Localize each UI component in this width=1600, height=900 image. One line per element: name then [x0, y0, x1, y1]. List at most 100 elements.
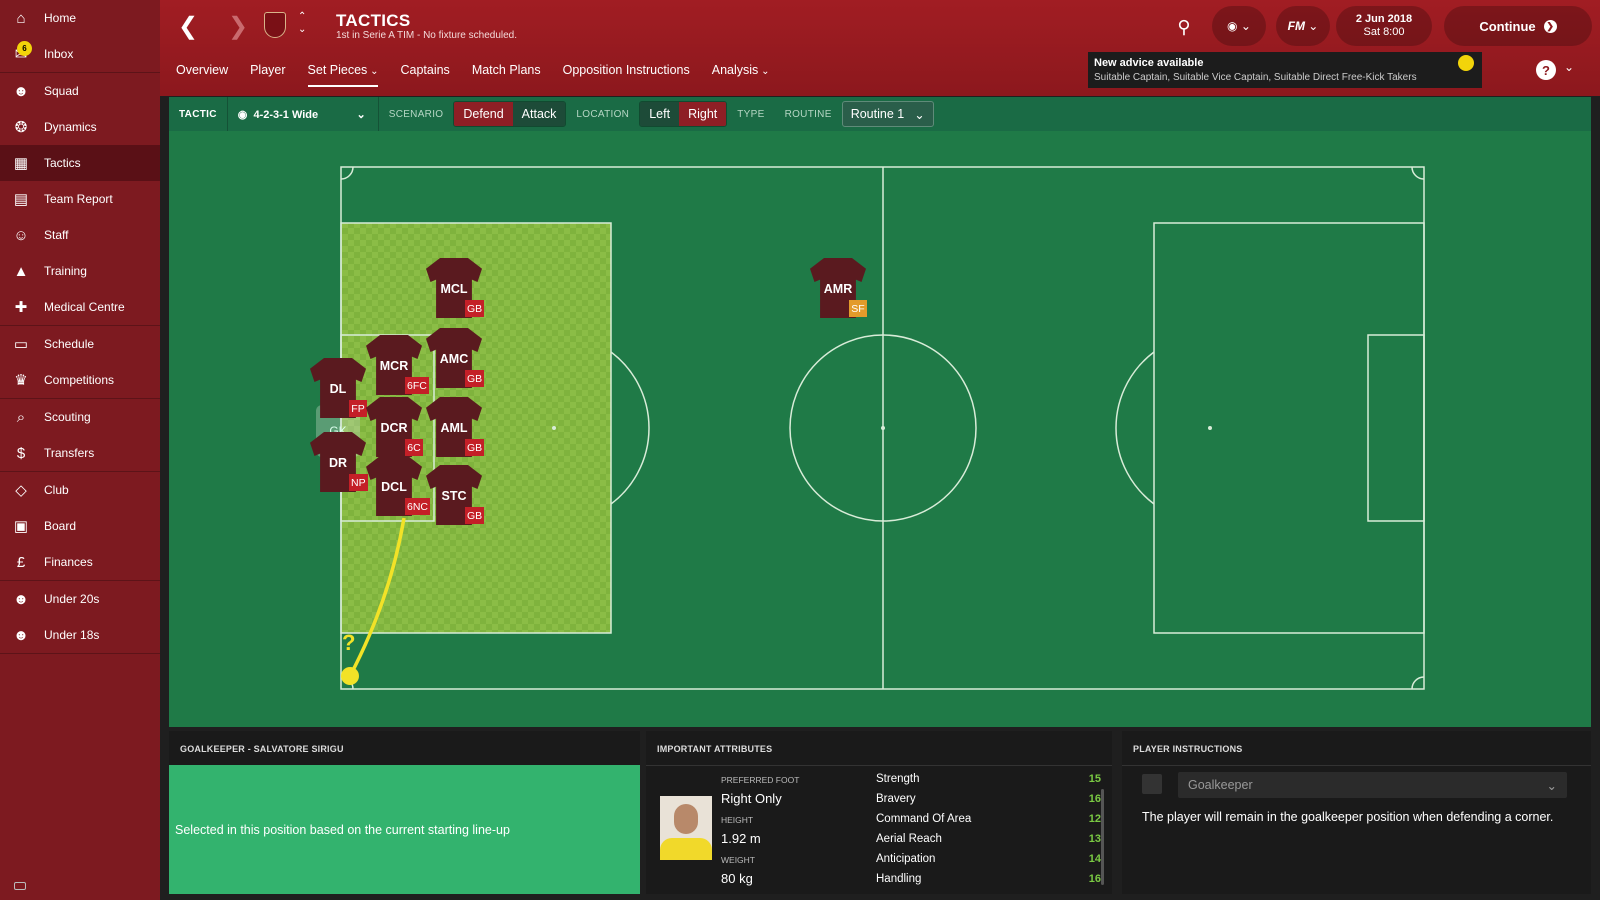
role-tag: FP: [349, 400, 367, 417]
transfers-icon: $: [16, 444, 26, 462]
sidebar-item-club[interactable]: ◇ Club: [0, 472, 160, 508]
preferred-foot-label: PREFERRED FOOT: [721, 775, 800, 785]
left-button[interactable]: Left: [640, 102, 680, 126]
sidebar-item-squad[interactable]: ☻ Squad: [0, 73, 160, 109]
attribute-row[interactable]: Strength 15: [876, 769, 1101, 789]
player-shirt-dcl[interactable]: DCL 6NC: [366, 456, 431, 516]
search-icon[interactable]: ⚲: [1170, 14, 1198, 40]
advice-text: Suitable Captain, Suitable Vice Captain,…: [1094, 72, 1417, 83]
type-label: TYPE: [737, 108, 765, 120]
tab-label: Captains: [400, 63, 450, 77]
role-tag: GB: [465, 439, 485, 456]
keyboard-icon[interactable]: [14, 882, 26, 890]
sidebar-item-transfers[interactable]: $ Transfers: [0, 435, 160, 471]
tab-label: Opposition Instructions: [562, 63, 690, 77]
sidebar-item-training[interactable]: ▲ Training: [0, 253, 160, 289]
tab-opposition-instructions[interactable]: Opposition Instructions: [563, 60, 690, 87]
sidebar-item-home[interactable]: ⌂ Home: [0, 0, 160, 36]
player-shirt-mcl[interactable]: MCL GB: [426, 258, 485, 318]
sidebar-item-staff[interactable]: ☺ Staff: [0, 217, 160, 253]
position-label: DCR: [380, 421, 408, 435]
position-label: STC: [441, 489, 467, 503]
player-shirt-amc[interactable]: AMC GB: [426, 328, 485, 388]
tab-label: Analysis: [711, 63, 759, 77]
divider: [646, 765, 1112, 766]
chevron-down-icon[interactable]: ⌄: [1564, 60, 1574, 74]
attribute-row[interactable]: Aerial Reach 13: [876, 829, 1101, 849]
sidebar-item-label: Under 20s: [44, 592, 100, 606]
eye-icon: ◉: [237, 108, 248, 121]
tab-label: Set Pieces: [307, 63, 368, 77]
player-shirt-dl[interactable]: DL FP: [310, 358, 367, 418]
player-shirt-stc[interactable]: STC GB: [426, 465, 485, 525]
sidebar-item-scouting[interactable]: ⌕ Scouting: [0, 399, 160, 435]
defend-button[interactable]: Defend: [454, 102, 513, 126]
attribute-name: Anticipation: [876, 853, 936, 865]
fm-menu-button[interactable]: FM ⌄: [1276, 6, 1330, 46]
sidebar-item-team-report[interactable]: ▤ Team Report: [0, 181, 160, 217]
sidebar-group: ⌂Home✉Inbox6: [0, 0, 160, 73]
sidebar-item-dynamics[interactable]: ❂ Dynamics: [0, 109, 160, 145]
question-marker: ?: [342, 630, 356, 655]
sidebar-item-label: Scouting: [44, 410, 91, 424]
role-tag: GB: [465, 300, 485, 317]
sidebar-group: ☻ Under 20s ☻ Under 18s: [0, 581, 160, 654]
tab-player[interactable]: Player: [250, 60, 285, 87]
instruction-select[interactable]: Goalkeeper ⌄: [1178, 772, 1567, 798]
player-photo[interactable]: [660, 796, 712, 860]
player-shirt-amr[interactable]: AMR SF: [810, 258, 867, 318]
attack-button[interactable]: Attack: [512, 102, 566, 126]
scrollbar[interactable]: [1101, 789, 1104, 885]
routine-select[interactable]: Routine 1 ⌄: [841, 101, 934, 127]
attribute-name: Command Of Area: [876, 813, 972, 825]
sidebar-item-inbox[interactable]: ✉Inbox6: [0, 36, 160, 72]
tab-captains[interactable]: Captains: [400, 60, 449, 87]
tab-set-pieces[interactable]: Set Pieces ⌄: [307, 60, 379, 87]
role-tag: NP: [349, 474, 368, 491]
help-icon[interactable]: ?: [1536, 60, 1556, 80]
sidebar-item-label: Competitions: [44, 373, 115, 387]
advice-title: New advice available: [1094, 57, 1204, 69]
sidebar-item-tactics[interactable]: ▦ Tactics: [0, 145, 160, 181]
sidebar-item-schedule[interactable]: ▭ Schedule: [0, 326, 160, 362]
chevron-down-icon: ⌄: [1240, 19, 1251, 33]
sidebar-item-medical-centre[interactable]: ✚ Medical Centre: [0, 289, 160, 325]
tab-analysis[interactable]: Analysis ⌄: [712, 60, 770, 87]
finances-icon: £: [16, 553, 26, 571]
world-menu-button[interactable]: ◉ ⌄: [1212, 6, 1266, 46]
sidebar-item-under-18s[interactable]: ☻ Under 18s: [0, 617, 160, 653]
attributes-title: IMPORTANT ATTRIBUTES: [657, 744, 773, 754]
continue-button[interactable]: Continue ❯: [1444, 6, 1592, 46]
routine-value: Routine 1: [850, 107, 905, 121]
advice-notification[interactable]: New advice available Suitable Captain, S…: [1088, 52, 1482, 88]
position-label: MCR: [379, 359, 409, 373]
attribute-row[interactable]: Command Of Area 12: [876, 809, 1101, 829]
tab-overview[interactable]: Overview: [176, 60, 228, 87]
player-instructions-panel: PLAYER INSTRUCTIONS Goalkeeper ⌄ The pla…: [1122, 731, 1591, 894]
chevron-down-icon: ⌄: [1308, 19, 1319, 33]
club-crest-icon[interactable]: [264, 12, 286, 38]
attribute-row[interactable]: Anticipation 14: [876, 849, 1101, 869]
player-shirt-mcr[interactable]: MCR 6FC: [366, 335, 429, 395]
attribute-row[interactable]: Bravery 16: [876, 789, 1101, 809]
player-shirt-dcr[interactable]: DCR 6C: [366, 397, 423, 457]
position-label: DL: [329, 382, 347, 396]
tab-match-plans[interactable]: Match Plans: [472, 60, 541, 87]
instruction-checkbox[interactable]: [1142, 774, 1162, 794]
tactic-select[interactable]: ◉ 4-2-3-1 Wide ⌄: [228, 108, 378, 121]
right-button[interactable]: Right: [679, 102, 727, 126]
attribute-row[interactable]: Handling 16: [876, 869, 1101, 889]
player-shirt-dr[interactable]: DR NP: [310, 432, 368, 492]
forward-arrow-icon[interactable]: ❯: [228, 12, 248, 41]
sidebar: ⌂Home✉Inbox6☻Squad❂Dynamics▦Tactics▤Team…: [0, 0, 160, 900]
sidebar-item-board[interactable]: ▣ Board: [0, 508, 160, 544]
under18-icon: ☻: [13, 626, 29, 644]
club-switch-arrows-icon[interactable]: ⌃ ⌄: [298, 10, 306, 36]
sidebar-item-competitions[interactable]: ♛ Competitions: [0, 362, 160, 398]
sidebar-item-label: Home: [44, 11, 77, 25]
player-shirt-aml[interactable]: AML GB: [426, 397, 485, 457]
sidebar-item-under-20s[interactable]: ☻ Under 20s: [0, 581, 160, 617]
sidebar-item-finances[interactable]: £ Finances: [0, 544, 160, 580]
back-arrow-icon[interactable]: ❮: [178, 12, 198, 41]
date-display[interactable]: 2 Jun 2018 Sat 8:00: [1336, 6, 1432, 46]
